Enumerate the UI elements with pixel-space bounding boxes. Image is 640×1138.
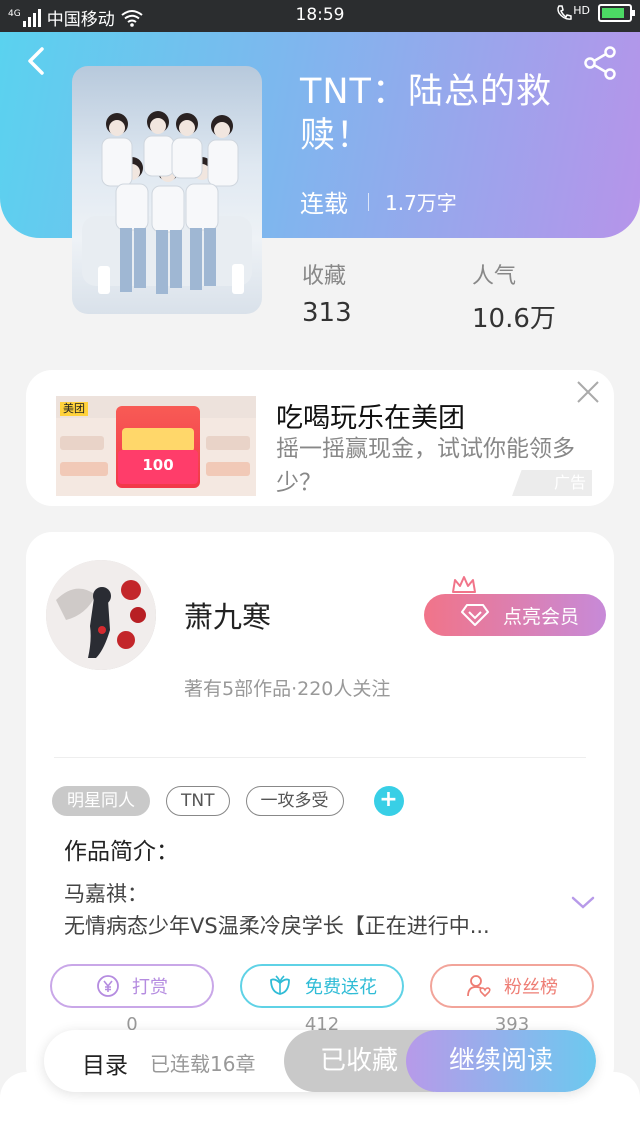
fans-ranking-button[interactable]: 粉丝榜: [430, 964, 594, 1008]
chapter-count: 已连载16章: [150, 1052, 256, 1076]
tag-chip[interactable]: 一攻多受: [245, 786, 344, 816]
flower-icon: [270, 975, 290, 995]
author-name[interactable]: 萧九寒: [184, 594, 271, 636]
book-meta-row: 连载 1.7万字: [300, 184, 457, 219]
activate-vip-button[interactable]: 点亮会员: [424, 594, 606, 636]
author-info: 著有5部作品·220人关注: [184, 678, 391, 700]
close-icon[interactable]: [574, 378, 602, 406]
intro-line: 马嘉祺：: [64, 882, 148, 906]
vip-button-label: 点亮会员: [502, 605, 579, 628]
action-buttons: 打赏 免费送花 粉丝榜: [50, 964, 594, 1008]
chevron-down-icon[interactable]: [570, 894, 596, 912]
group-photo-illustration: [82, 111, 252, 294]
add-tag-icon[interactable]: +: [373, 786, 404, 816]
intro-heading: 作品简介：: [64, 839, 179, 865]
avatar-illustration: [46, 560, 156, 670]
favorites-stat: 收藏 313: [302, 258, 352, 328]
diamond-icon: [460, 604, 489, 626]
status-time: 18:59: [295, 5, 345, 25]
crown-icon: [452, 576, 476, 593]
favorites-label: 收藏: [302, 264, 347, 289]
hd-call-icon: HD: [556, 4, 590, 22]
book-cover-image[interactable]: [72, 66, 262, 314]
favorites-value: 313: [302, 298, 352, 328]
hd-label: HD: [573, 4, 590, 17]
book-title: TNT：陆总的救赎！: [300, 72, 552, 156]
user-heart-icon: [467, 975, 491, 998]
ad-banner[interactable]: 美团 100 吃喝玩乐在美团 摇一摇赢现金，试试你能领多少？ 广告: [26, 370, 614, 506]
popularity-label: 人气: [472, 264, 517, 289]
tag-chip[interactable]: 明星同人: [52, 786, 150, 816]
bottom-action-bar: 目录 已连载16章 已收藏 继续阅读: [44, 1030, 596, 1092]
ad-image-amount: 100: [118, 450, 198, 484]
popularity-value: 10.6万: [472, 304, 556, 334]
ad-image-brand: 美团: [60, 402, 88, 416]
section-divider: [54, 757, 586, 758]
serial-status: 连载: [300, 190, 348, 218]
reward-label: 打赏: [132, 977, 168, 998]
reward-button[interactable]: 打赏: [50, 964, 214, 1008]
status-bar: 4G 中国移动 18:59 HD: [0, 0, 640, 32]
tag-list: 明星同人 TNT 一攻多受 +: [52, 786, 404, 816]
back-icon[interactable]: [20, 44, 54, 78]
ad-label: 广告: [553, 473, 586, 492]
continue-reading-button[interactable]: 继续阅读: [406, 1030, 596, 1092]
meta-divider: [368, 192, 369, 211]
intro-line: 无情病态少年VS温柔冷戾学长【正在进行中...: [64, 914, 490, 938]
send-flower-button[interactable]: 免费送花: [240, 964, 404, 1008]
ad-image[interactable]: 美团 100: [56, 396, 256, 496]
table-of-contents-button[interactable]: 目录: [82, 1046, 128, 1080]
word-count: 1.7万字: [385, 191, 457, 215]
author-card: 萧九寒 著有5部作品·220人关注 点亮会员 明星同人 TNT 一攻多受 + 作…: [26, 532, 614, 1092]
tag-chip[interactable]: TNT: [166, 786, 230, 816]
popularity-stat: 人气 10.6万: [472, 258, 556, 335]
fans-label: 粉丝榜: [504, 977, 558, 998]
battery-icon: [598, 4, 635, 22]
yen-coin-icon: [97, 975, 119, 997]
flower-label: 免费送花: [305, 977, 377, 998]
ad-title: 吃喝玩乐在美团: [276, 403, 465, 434]
ad-label-badge: 广告: [512, 470, 592, 496]
author-avatar[interactable]: [46, 560, 156, 670]
intro-text: 马嘉祺： 无情病态少年VS温柔冷戾学长【正在进行中...: [64, 878, 544, 942]
